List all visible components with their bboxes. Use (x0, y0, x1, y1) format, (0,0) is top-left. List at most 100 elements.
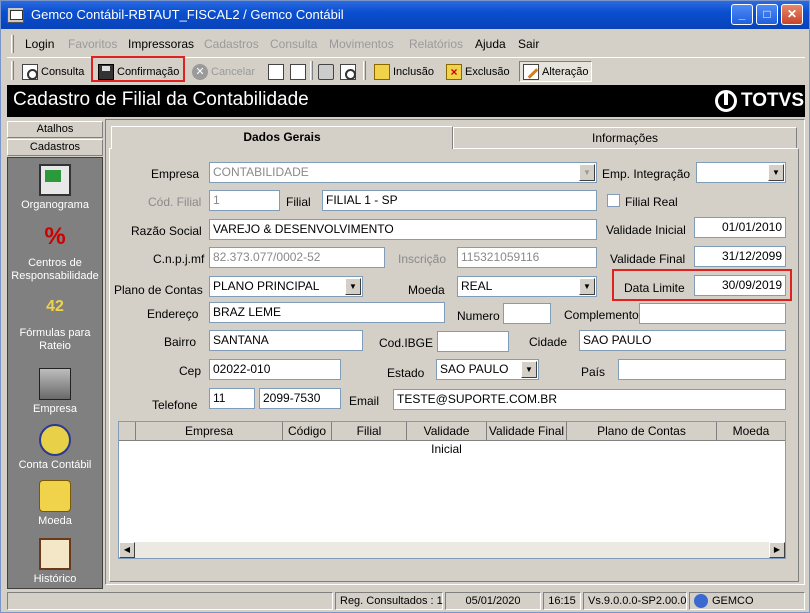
close-button[interactable]: ✕ (781, 4, 803, 25)
column-empresa[interactable]: Empresa (136, 422, 283, 441)
exclusao-button[interactable]: × Exclusão (443, 61, 513, 82)
menu-sair[interactable]: Sair (518, 37, 539, 51)
telefone-label: Telefone (152, 398, 198, 412)
menu-login[interactable]: Login (25, 37, 54, 51)
menu-grip (11, 35, 14, 53)
validade-inicial-field[interactable]: 01/01/2010 (694, 217, 786, 238)
highlight-box-data-limite (612, 269, 792, 301)
chevron-down-icon[interactable]: ▼ (579, 164, 595, 181)
totvs-logo: TOTVS (715, 90, 804, 112)
moeda-select[interactable]: REAL ▼ (457, 276, 597, 297)
numero-field[interactable] (503, 303, 551, 324)
print-button[interactable] (315, 61, 337, 82)
chevron-down-icon[interactable]: ▼ (345, 278, 361, 295)
book-icon (39, 538, 71, 570)
maximize-button[interactable]: □ (756, 4, 778, 25)
column-plano-contas[interactable]: Plano de Contas (567, 422, 717, 441)
menu-favoritos[interactable]: Favoritos (68, 37, 117, 51)
coins-icon (39, 480, 71, 512)
validade-final-field[interactable]: 31/12/2099 (694, 246, 786, 267)
toolbar-separator (363, 61, 366, 80)
menu-movimentos[interactable]: Movimentos (329, 37, 394, 51)
alteracao-button[interactable]: Alteração (519, 61, 593, 82)
empresa-label: Empresa (151, 167, 200, 181)
column-validade-final[interactable]: Validade Final (487, 422, 567, 441)
estado-value: SAO PAULO (440, 362, 509, 376)
filial-real-checkbox[interactable] (607, 194, 620, 207)
status-message (7, 592, 333, 610)
pais-field[interactable] (618, 359, 786, 380)
side-item-centros[interactable]: % Centros de Responsabilidade (8, 222, 102, 283)
inclusao-button[interactable]: Inclusão (371, 61, 437, 82)
tab-dados-gerais[interactable]: Dados Gerais (111, 126, 453, 149)
inscricao-label: Inscrição (398, 252, 447, 266)
user-icon (694, 594, 708, 609)
endereco-label: Endereço (147, 307, 199, 321)
status-bar: Reg. Consultados : 1 05/01/2020 16:15 Vs… (1, 589, 809, 612)
column-codigo[interactable]: Código (283, 422, 332, 441)
complemento-field[interactable] (639, 303, 786, 324)
bairro-field[interactable]: SANTANA (209, 330, 363, 351)
column-filial[interactable]: Filial (332, 422, 407, 441)
side-item-conta-contabil[interactable]: Conta Contábil (8, 424, 102, 472)
chevron-down-icon[interactable]: ▼ (579, 278, 595, 295)
consulta-label: Consulta (41, 65, 85, 78)
side-item-formulas[interactable]: 42 Fórmulas para Rateio (8, 292, 102, 353)
estado-label: Estado (387, 366, 425, 380)
codibge-field[interactable] (437, 331, 509, 352)
minimize-button[interactable]: _ (731, 4, 753, 25)
menu-ajuda[interactable]: Ajuda (475, 37, 506, 51)
scroll-left-icon[interactable]: ◀ (119, 542, 135, 558)
column-validade-inicial[interactable]: Validade Inicial (407, 422, 487, 456)
filial-real-label: Filial Real (625, 195, 678, 209)
printer-icon (318, 63, 334, 80)
cod-filial-field[interactable]: 1 (209, 190, 280, 211)
form-title: Cadastro de Filial da Contabilidade (13, 89, 309, 110)
empresa-select[interactable]: CONTABILIDADE ▼ (209, 162, 597, 183)
chevron-down-icon[interactable]: ▼ (521, 361, 537, 378)
menu-cadastros[interactable]: Cadastros (204, 37, 259, 51)
consulta-button[interactable]: Consulta (19, 61, 87, 82)
scroll-right-icon[interactable]: ▶ (769, 542, 785, 558)
new-document-button[interactable] (265, 61, 287, 82)
money-bag-icon (39, 424, 71, 456)
window-title: Gemco Contábil-RBTAUT_FISCAL2 / Gemco Co… (31, 7, 344, 22)
menu-impressoras[interactable]: Impressoras (128, 37, 194, 51)
filial-grid[interactable]: Empresa Código Filial Validade Inicial V… (118, 421, 786, 559)
plano-contas-select[interactable]: PLANO PRINCIPAL ▼ (209, 276, 363, 297)
inscricao-field[interactable]: 115321059116 (457, 247, 597, 268)
column-moeda[interactable]: Moeda (717, 422, 785, 441)
cancelar-button[interactable]: ✕ Cancelar (189, 61, 258, 82)
telefone-field[interactable]: 2099-7530 (259, 388, 341, 409)
export-button[interactable] (287, 61, 309, 82)
menu-relatorios[interactable]: Relatórios (409, 37, 463, 51)
preview-button[interactable] (337, 61, 359, 82)
cep-field[interactable]: 02022-010 (209, 359, 341, 380)
endereco-field[interactable]: BRAZ LEME (209, 302, 445, 323)
tab-informacoes[interactable]: Informações (453, 127, 797, 148)
side-item-historico[interactable]: Histórico (8, 538, 102, 586)
horizontal-scrollbar[interactable]: ◀ ▶ (119, 542, 785, 558)
side-item-label: Conta Contábil (18, 459, 92, 471)
estado-select[interactable]: SAO PAULO ▼ (436, 359, 539, 380)
filial-label: Filial (286, 195, 311, 209)
cidade-field[interactable]: SAO PAULO (579, 330, 786, 351)
side-item-moeda[interactable]: Moeda (8, 480, 102, 528)
menu-consulta[interactable]: Consulta (270, 37, 317, 51)
ddd-field[interactable]: 11 (209, 388, 255, 409)
razao-social-field[interactable]: VAREJO & DESENVOLVIMENTO (209, 219, 597, 240)
plano-contas-label: Plano de Contas (114, 283, 203, 297)
side-tab-cadastros[interactable]: Cadastros (7, 139, 103, 156)
email-field[interactable]: TESTE@SUPORTE.COM.BR (393, 389, 786, 410)
side-tab-atalhos[interactable]: Atalhos (7, 121, 103, 138)
status-registros: Reg. Consultados : 1 (335, 592, 443, 610)
chevron-down-icon[interactable]: ▼ (768, 164, 784, 181)
filial-field[interactable]: FILIAL 1 - SP (322, 190, 597, 211)
organizational-chart-icon (39, 164, 71, 196)
delete-icon: × (446, 63, 462, 80)
cnpj-field[interactable]: 82.373.077/0002-52 (209, 247, 385, 268)
side-item-empresa[interactable]: Empresa (8, 368, 102, 416)
emp-integracao-select[interactable]: ▼ (696, 162, 786, 183)
side-item-organograma[interactable]: Organograma (8, 164, 102, 212)
bairro-label: Bairro (164, 335, 197, 349)
